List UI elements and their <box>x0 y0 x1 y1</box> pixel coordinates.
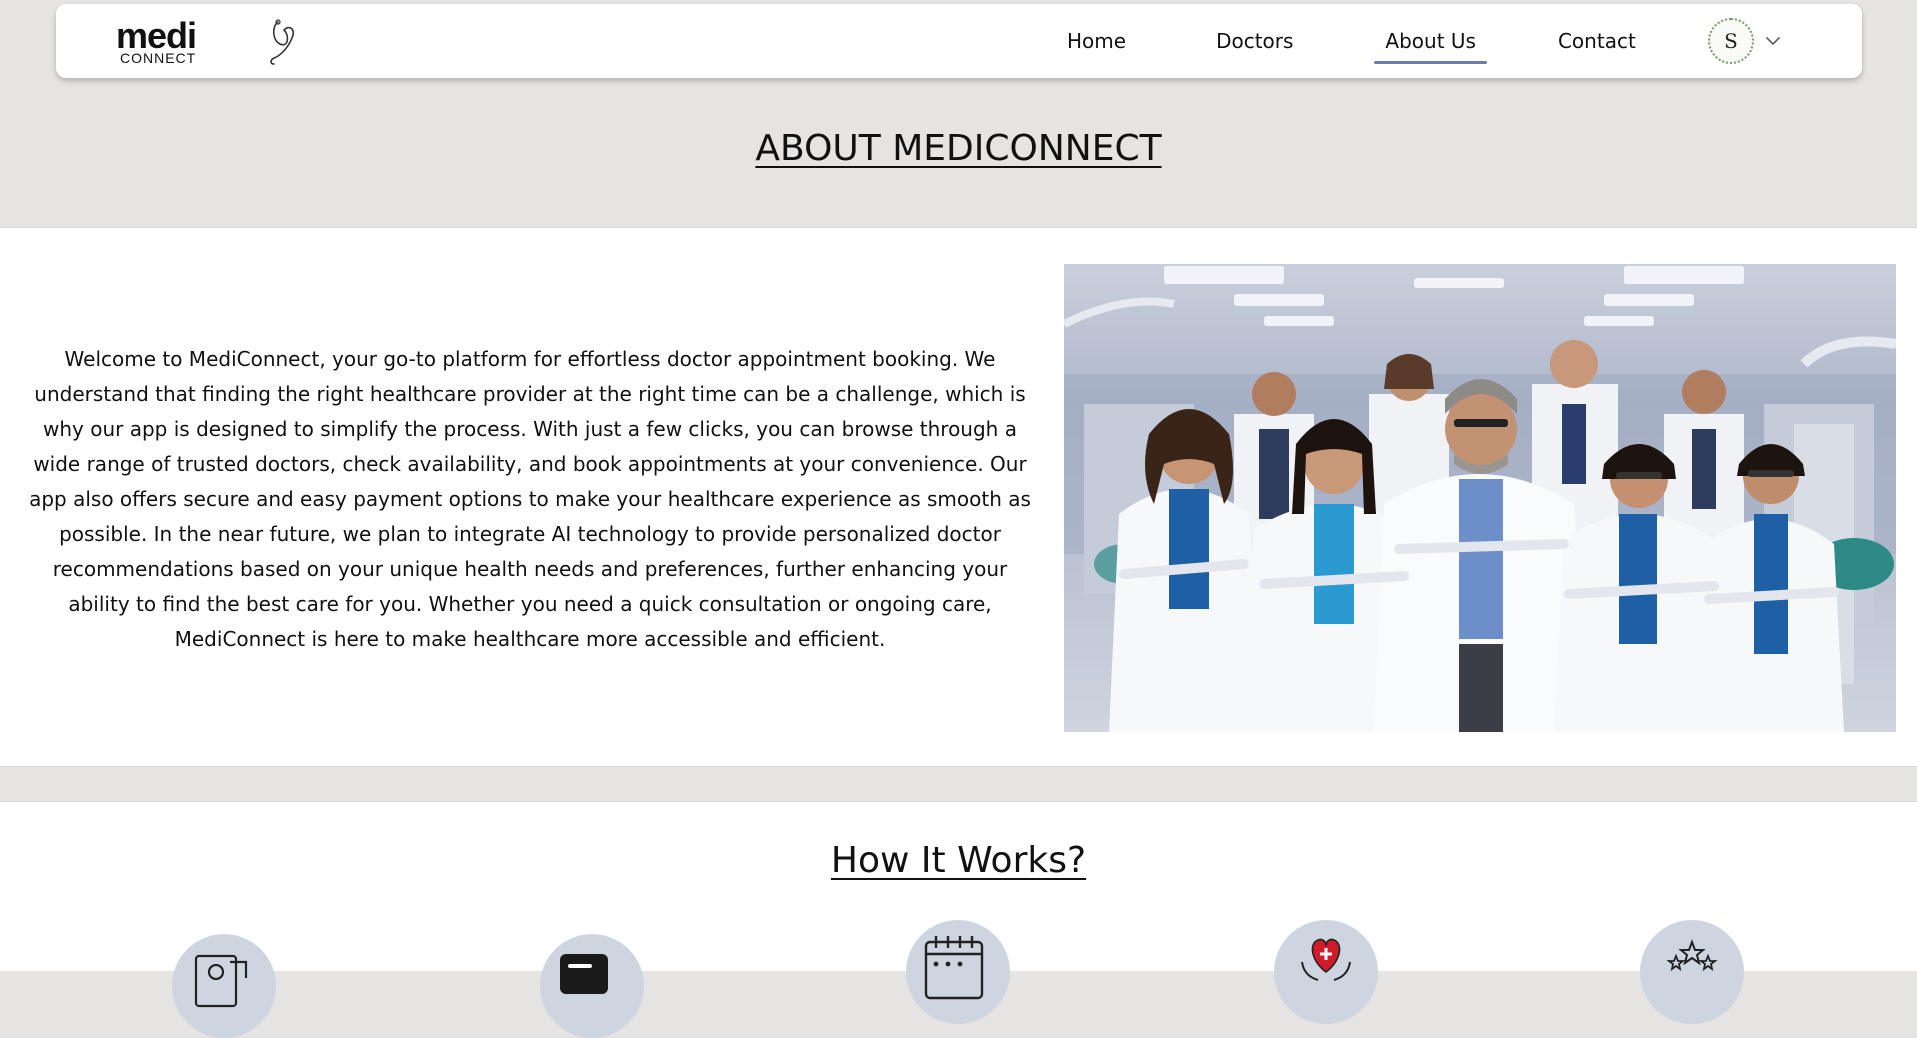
avatar-initial: S <box>1724 29 1738 53</box>
card-icon <box>540 934 644 1038</box>
doctors-team-photo <box>1064 264 1896 732</box>
chevron-down-icon[interactable] <box>1764 32 1782 50</box>
user-avatar[interactable]: S <box>1708 18 1754 64</box>
page-title: ABOUT MEDICONNECT <box>755 128 1162 169</box>
stars-icon <box>1640 920 1744 1024</box>
about-section: Welcome to MediConnect, your go-to platf… <box>0 227 1917 767</box>
heart-hands-icon <box>1274 920 1378 1024</box>
mediconnect-logo[interactable]: medi CONNECT <box>116 14 295 70</box>
nav-about-us[interactable]: About Us <box>1374 4 1487 78</box>
calendar-icon <box>906 920 1010 1024</box>
nav-home-label: Home <box>1067 29 1127 53</box>
nav-contact-label: Contact <box>1557 29 1636 53</box>
nav-contact[interactable]: Contact <box>1547 4 1647 78</box>
stethoscope-icon <box>270 19 295 65</box>
nav-doctors[interactable]: Doctors <box>1205 4 1304 78</box>
logo-subtext: CONNECT <box>120 50 197 66</box>
doctor-profile-icon <box>172 934 276 1038</box>
nav-links: Home Doctors About Us Contact <box>1056 4 1647 78</box>
about-description: Welcome to MediConnect, your go-to platf… <box>29 347 1031 651</box>
top-navbar: medi CONNECT Home Doctors About Us Conta… <box>56 4 1862 78</box>
nav-about-us-label: About Us <box>1385 29 1476 53</box>
nav-doctors-label: Doctors <box>1216 29 1294 53</box>
how-it-works-section: How It Works? <box>0 801 1917 1038</box>
nav-home[interactable]: Home <box>1056 4 1137 78</box>
team-photo-illustration <box>1064 266 1896 732</box>
how-it-works-title: How It Works? <box>830 840 1087 881</box>
